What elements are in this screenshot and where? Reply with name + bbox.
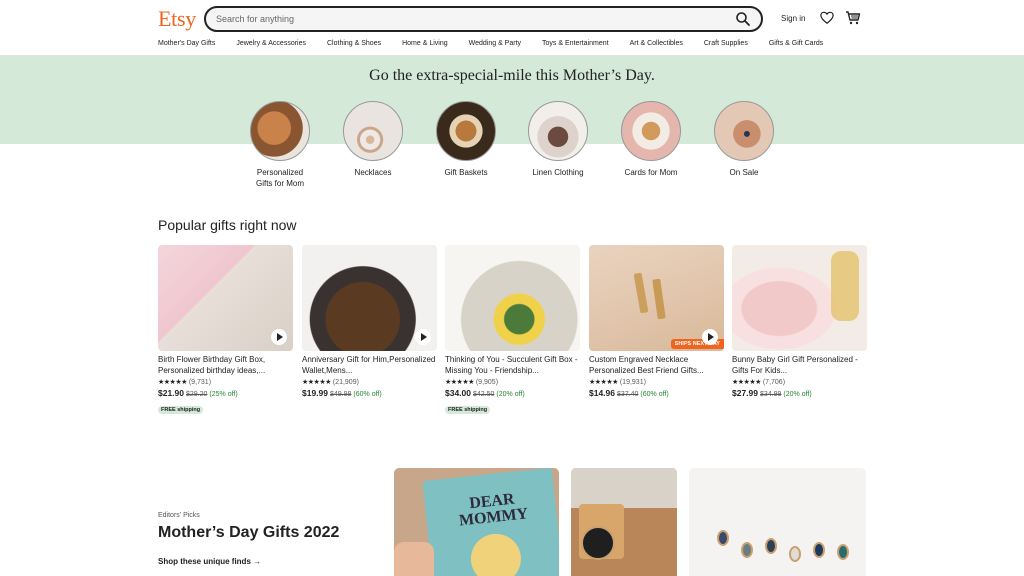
editors-pick-book[interactable]: DEAR MOMMY <box>394 468 559 576</box>
product-rating: ★★★★★ (19,931) <box>589 379 646 386</box>
etsy-logo[interactable]: Etsy <box>158 6 196 32</box>
play-icon[interactable] <box>702 329 718 345</box>
shop-unique-finds-link[interactable]: Shop these unique finds → <box>158 557 261 566</box>
product-rating: ★★★★★ (9,731) <box>158 379 212 386</box>
star-icons: ★★★★★ <box>445 379 474 386</box>
product-price: $21.90 $29.20 (25% off) <box>158 388 238 398</box>
product-image <box>445 245 580 351</box>
category-image <box>621 101 681 161</box>
product-image: SHIPS NEXT DAY <box>589 245 724 351</box>
product-card[interactable]: Birth Flower Birthday Gift Box, Personal… <box>158 245 293 416</box>
nav-mothers-day[interactable]: Mother's Day Gifts <box>158 40 215 47</box>
product-title: Custom Engraved Necklace Personalized Be… <box>589 355 704 375</box>
product-card[interactable]: Bunny Baby Girl Gift Personalized - Gift… <box>732 245 867 398</box>
product-title: Thinking of You - Succulent Gift Box - M… <box>445 355 578 375</box>
category-label: Necklaces <box>354 168 392 177</box>
product-image <box>302 245 437 351</box>
category-label: Gift Baskets <box>444 168 488 177</box>
product-price: $19.99 $49.98 (60% off) <box>302 388 382 398</box>
editors-picks-title: Mother’s Day Gifts 2022 <box>158 524 340 541</box>
product-rating: ★★★★★ (9,905) <box>445 379 499 386</box>
nav-jewelry[interactable]: Jewelry & Accessories <box>236 40 306 47</box>
category-nav: Mother's Day Gifts Jewelry & Accessories… <box>158 40 823 47</box>
category-image <box>714 101 774 161</box>
category-image <box>436 101 496 161</box>
sign-in-link[interactable]: Sign in <box>781 14 805 23</box>
product-price: $27.99 $34.99 (20% off) <box>732 388 812 398</box>
product-title: Bunny Baby Girl Gift Personalized - Gift… <box>732 355 858 375</box>
editors-picks-label: Editors' Picks <box>158 512 200 519</box>
search-icon[interactable] <box>735 11 751 27</box>
product-card[interactable]: Anniversary Gift for Him,Personalized Wa… <box>302 245 437 398</box>
nav-gifts[interactable]: Gifts & Gift Cards <box>769 40 823 47</box>
play-icon[interactable] <box>271 329 287 345</box>
category-cards[interactable]: Cards for Mom <box>606 101 696 179</box>
product-title: Anniversary Gift for Him,Personalized Wa… <box>302 355 436 375</box>
category-image <box>250 101 310 161</box>
star-icons: ★★★★★ <box>158 379 187 386</box>
free-shipping-badge: FREE shipping <box>445 406 491 414</box>
star-icons: ★★★★★ <box>302 379 331 386</box>
product-card[interactable]: SHIPS NEXT DAY Custom Engraved Necklace … <box>589 245 724 398</box>
editors-pick-watch[interactable] <box>571 468 677 576</box>
nav-toys[interactable]: Toys & Entertainment <box>542 40 609 47</box>
free-shipping-badge: FREE shipping <box>158 406 204 414</box>
category-on-sale[interactable]: On Sale <box>699 101 789 179</box>
cart-icon[interactable] <box>845 10 861 26</box>
category-necklaces[interactable]: Necklaces <box>328 101 418 179</box>
product-card[interactable]: Thinking of You - Succulent Gift Box - M… <box>445 245 580 416</box>
category-label: Linen Clothing <box>532 168 584 177</box>
product-price: $34.00 $42.50 (20% off) <box>445 388 525 398</box>
search-input[interactable] <box>216 10 716 28</box>
search-bar <box>204 6 763 32</box>
category-label: On Sale <box>729 168 759 177</box>
nav-wedding[interactable]: Wedding & Party <box>469 40 521 47</box>
nav-art[interactable]: Art & Collectibles <box>630 40 683 47</box>
nav-clothing[interactable]: Clothing & Shoes <box>327 40 381 47</box>
category-label: Cards for Mom <box>624 168 678 177</box>
play-icon[interactable] <box>415 329 431 345</box>
editors-pick-necklaces[interactable] <box>689 468 866 576</box>
section-title: Popular gifts right now <box>158 217 297 233</box>
category-image <box>343 101 403 161</box>
product-rating: ★★★★★ (21,909) <box>302 379 359 386</box>
star-icons: ★★★★★ <box>589 379 618 386</box>
book-cover-text: DEAR MOMMY <box>458 490 529 530</box>
star-icons: ★★★★★ <box>732 379 761 386</box>
site-header: Etsy Sign in Mother's Day Gifts Jewelry … <box>0 0 1024 56</box>
nav-craft[interactable]: Craft Supplies <box>704 40 748 47</box>
category-label: Personalized Gifts for Mom <box>255 168 304 188</box>
category-image <box>528 101 588 161</box>
category-linen-clothing[interactable]: Linen Clothing <box>513 101 603 179</box>
product-rating: ★★★★★ (7,706) <box>732 379 786 386</box>
product-title: Birth Flower Birthday Gift Box, Personal… <box>158 355 266 375</box>
product-price: $14.96 $37.40 (60% off) <box>589 388 669 398</box>
product-image <box>158 245 293 351</box>
category-personalized[interactable]: Personalized Gifts for Mom <box>235 101 325 189</box>
product-image <box>732 245 867 351</box>
banner-title: Go the extra-special-mile this Mother’s … <box>369 67 655 84</box>
category-gift-baskets[interactable]: Gift Baskets <box>421 101 511 179</box>
nav-home-living[interactable]: Home & Living <box>402 40 448 47</box>
heart-icon[interactable] <box>820 11 834 25</box>
